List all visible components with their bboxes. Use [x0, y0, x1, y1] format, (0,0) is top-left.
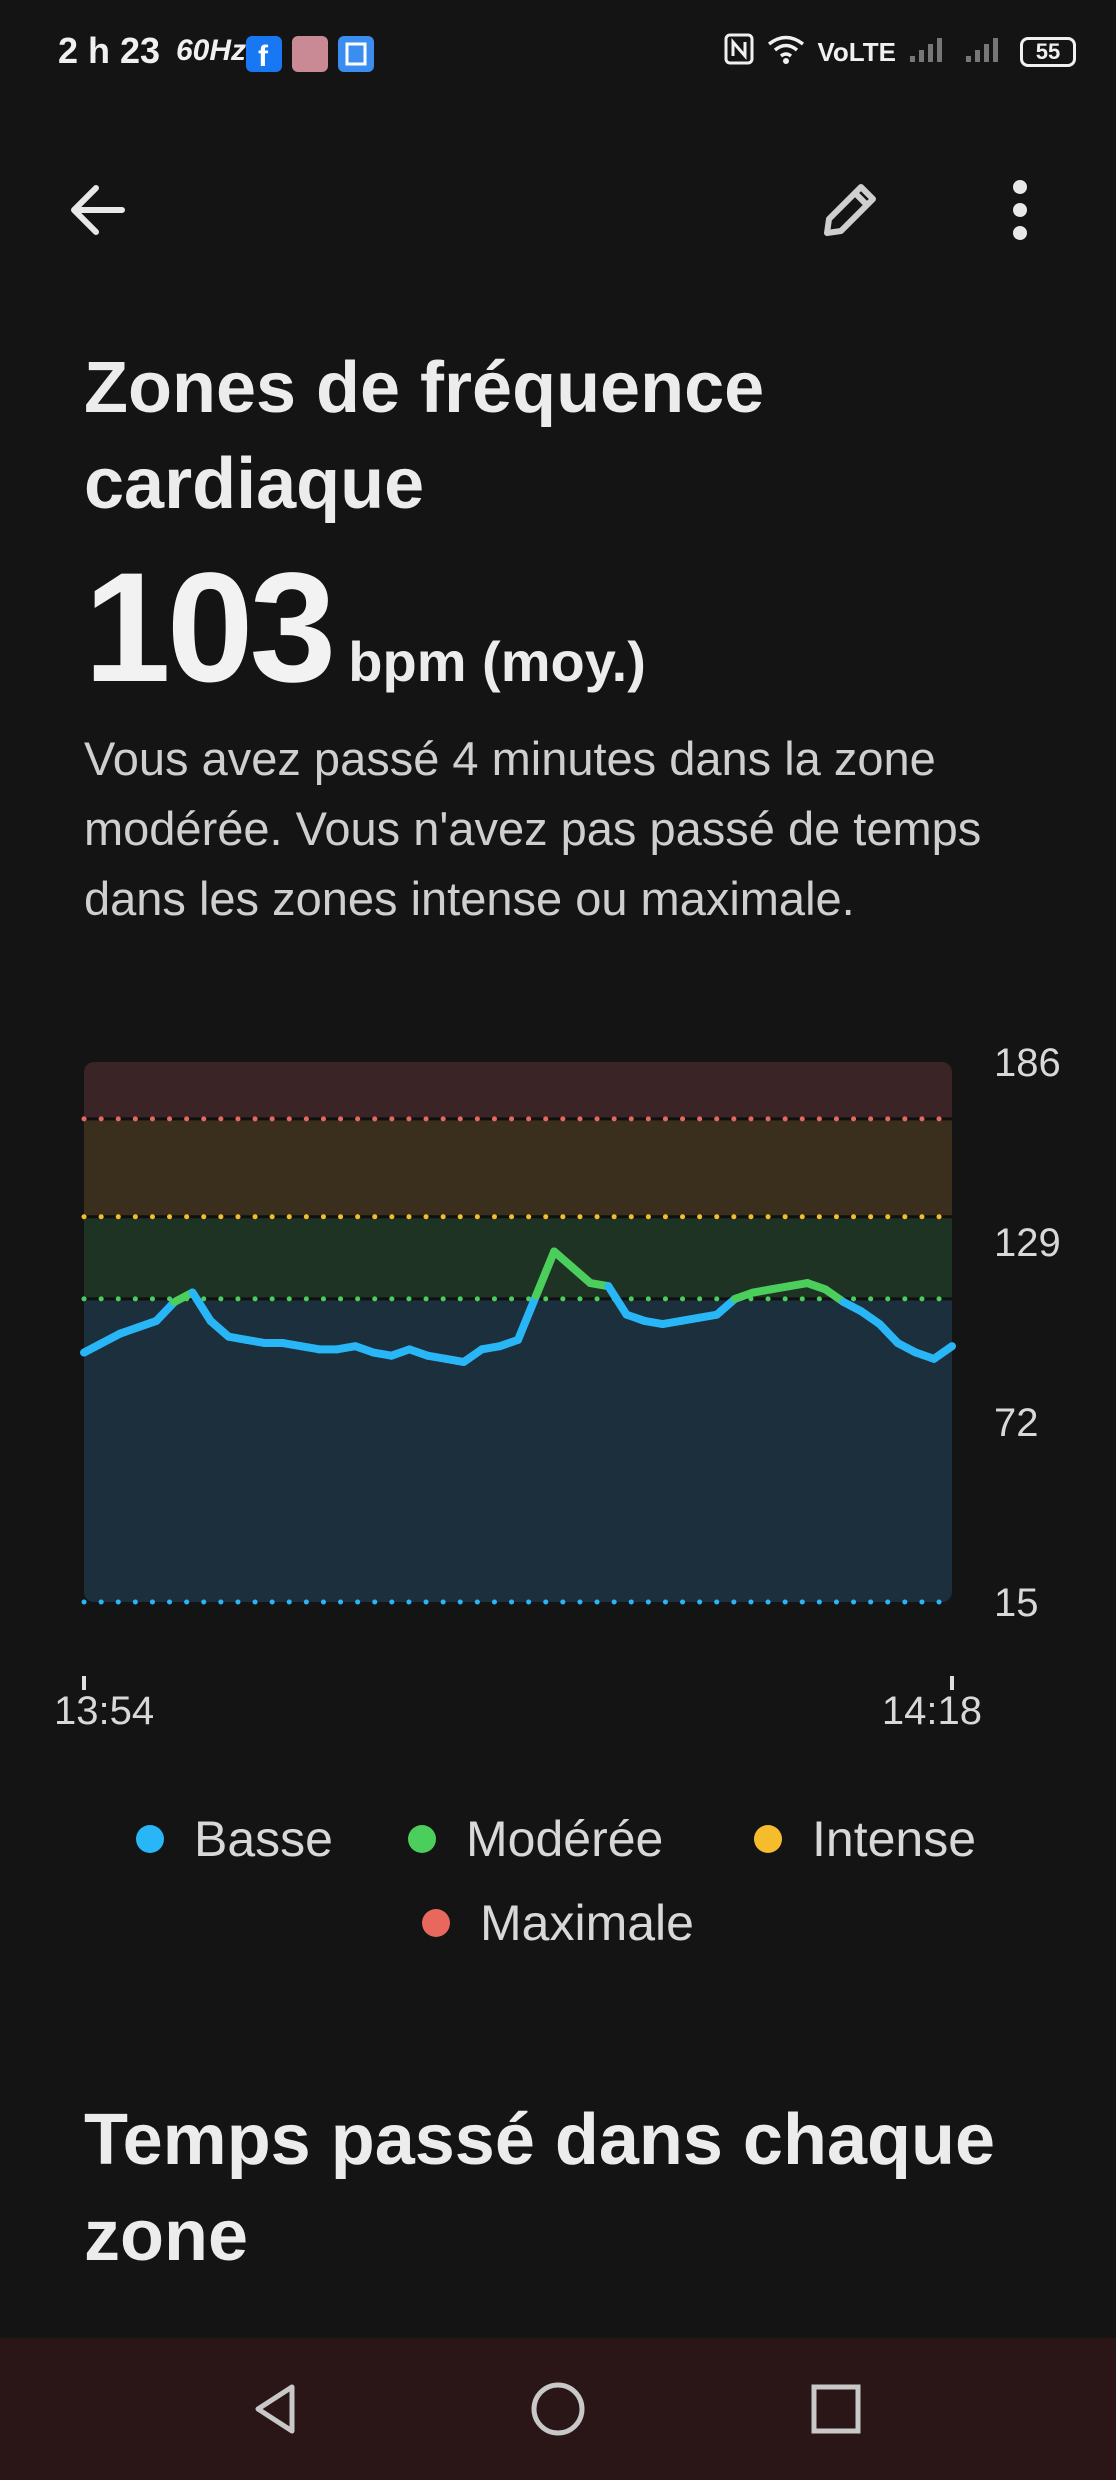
refresh-rate: 60Hz: [176, 34, 247, 67]
pencil-icon: [824, 184, 876, 236]
signal-icon: [964, 34, 1008, 71]
app-notification-icon: [338, 36, 374, 72]
nfc-icon: [724, 33, 754, 72]
battery-icon: 55: [1020, 37, 1076, 67]
x-tick-label: 14:18: [882, 1689, 982, 1733]
average-value: 103: [84, 541, 336, 715]
wifi-icon: [766, 33, 806, 72]
zone-band: [84, 1118, 952, 1217]
section-title: Temps passé dans chaque zone: [84, 2100, 996, 2276]
system-nav-bar: [0, 2338, 1116, 2480]
arrow-left-icon: [71, 185, 125, 235]
square-recents-icon: [811, 2384, 861, 2434]
legend-dot: [422, 1909, 450, 1937]
back-button[interactable]: [58, 170, 138, 250]
legend-label: Maximale: [480, 1895, 694, 1951]
facebook-icon: f: [246, 36, 282, 73]
legend-label: Basse: [194, 1811, 333, 1867]
edit-button[interactable]: [810, 170, 890, 250]
svg-text:f: f: [258, 40, 269, 72]
signal-icon: [908, 34, 952, 71]
y-tick-label: 186: [994, 1041, 1061, 1085]
heart-rate-zone-chart[interactable]: 186 129 72 15 13:54 14:18: [0, 1040, 1116, 1760]
legend-dot: [408, 1825, 436, 1853]
legend-dot: [136, 1825, 164, 1853]
x-tick-label: 13:54: [54, 1689, 154, 1733]
y-tick-label: 129: [994, 1221, 1061, 1265]
legend-item-maximale: Maximale: [422, 1894, 694, 1952]
zone-band: [84, 1062, 952, 1119]
zone-band: [84, 1298, 952, 1602]
legend-item-intense: Intense: [754, 1810, 976, 1868]
summary-text: Vous avez passé 4 minutes dans la zone m…: [84, 732, 982, 925]
legend-item-basse: Basse: [136, 1810, 333, 1868]
page-title: Zones de fréquence cardiaque: [84, 348, 765, 524]
network-type: VoLTE: [817, 36, 896, 67]
legend-label: Intense: [812, 1811, 977, 1867]
legend-dot: [754, 1825, 782, 1853]
status-time: 2 h 23: [58, 30, 161, 71]
nav-back-button[interactable]: [206, 2338, 346, 2480]
status-right: VoLTE 55: [724, 30, 1076, 74]
more-options-button[interactable]: [980, 170, 1060, 250]
y-tick-label: 15: [994, 1581, 1039, 1625]
status-bar: 2 h 23 60Hz f VoLTE 55: [0, 0, 1116, 110]
legend-item-moderee: Modérée: [408, 1810, 663, 1868]
triangle-back-icon: [255, 2384, 295, 2434]
nav-home-button[interactable]: [488, 2338, 628, 2480]
y-tick-label: 72: [994, 1401, 1039, 1445]
average-unit: bpm (moy.): [348, 630, 646, 693]
nav-recents-button[interactable]: [766, 2338, 906, 2480]
more-vert-icon: [1013, 180, 1027, 240]
legend-label: Modérée: [466, 1811, 664, 1867]
avatar-app-icon: [292, 36, 328, 72]
average-heart-rate: 103 bpm (moy.): [84, 548, 646, 708]
circle-home-icon: [531, 2382, 585, 2436]
